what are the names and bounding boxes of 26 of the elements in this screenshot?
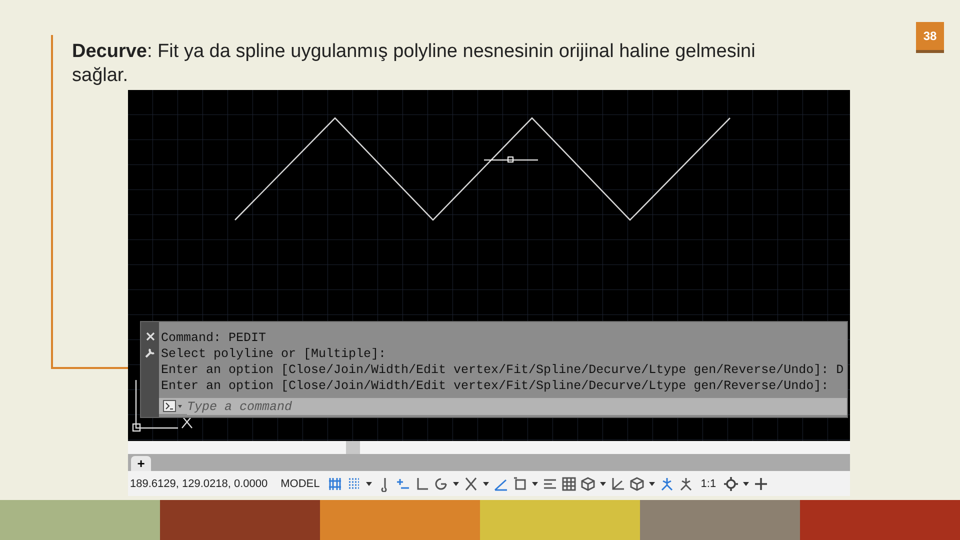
plus-icon[interactable] (753, 476, 770, 492)
slide-number: 38 (916, 22, 944, 53)
figure-icon[interactable] (678, 476, 694, 492)
prompt-icon[interactable] (159, 398, 187, 414)
command-history-line: Select polyline or [Multiple]: (161, 346, 388, 362)
circle-arrow-icon[interactable] (432, 476, 449, 492)
close-icon[interactable] (146, 332, 154, 341)
figure-icon[interactable] (658, 476, 675, 492)
axes-icon[interactable] (610, 476, 626, 492)
slide-text: Decurve: Fit ya da spline uygulanmış polyline nesnesinin orijinal haline gelmesini sağlar. (72, 40, 756, 88)
coordinates: 189.6129, 129.0218, 0.0000 (130, 478, 268, 490)
checker-icon[interactable] (560, 476, 577, 492)
grid-icon[interactable] (326, 476, 343, 492)
crosshair-cursor (484, 156, 538, 162)
model-space-button[interactable]: MODEL (276, 478, 324, 490)
settings-icon[interactable] (723, 476, 740, 492)
add-tab-button[interactable]: + (131, 456, 151, 471)
command-history-line: Command: PEDIT (161, 330, 268, 346)
command-history-line: Enter an option [Close/Join/Width/Edit vertex/Fit/Spline/Decurve/Ltype gen/Reverse/Undo]: D (161, 362, 845, 378)
cube-icon[interactable] (580, 476, 596, 492)
command-history-line: Enter an option [Close/Join/Width/Edit vertex/Fit/Spline/Decurve/Ltype gen/Reverse/Undo]: (161, 378, 830, 394)
command-input[interactable]: Type a command (187, 398, 847, 415)
scale-label[interactable]: 1:1 (696, 478, 720, 490)
crossing-lines-icon[interactable] (462, 476, 479, 492)
scroll-thumb[interactable] (346, 441, 360, 454)
cube-icon[interactable] (628, 476, 645, 492)
